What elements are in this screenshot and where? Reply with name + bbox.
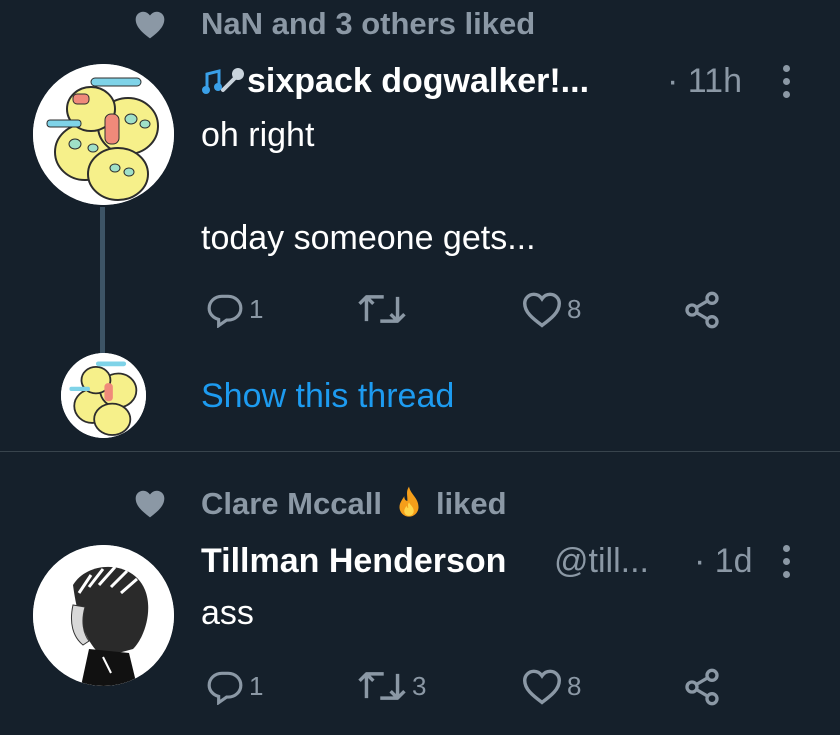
reply-bubble-icon: [207, 671, 243, 705]
manga-portrait-image: [33, 545, 174, 686]
fire-emoji-icon: [399, 486, 419, 517]
retweet-button[interactable]: 3: [356, 667, 426, 705]
dog-cartoon-image: [33, 64, 174, 205]
share-icon: [685, 668, 719, 706]
share-icon: [685, 291, 719, 329]
like-button[interactable]: 8: [521, 290, 581, 328]
dog-cartoon-image: [61, 353, 146, 438]
retweet-button[interactable]: [356, 290, 412, 328]
retweet-icon: [358, 672, 406, 700]
display-name[interactable]: sixpack dogwalker!...: [247, 62, 589, 101]
display-name[interactable]: Tillman Henderson: [201, 542, 506, 581]
more-options-icon[interactable]: [782, 65, 790, 98]
more-options-icon[interactable]: [782, 545, 790, 578]
tweet-text: ass: [201, 594, 254, 632]
share-button[interactable]: [682, 667, 722, 707]
social-context-name: Clare Mccall: [201, 486, 382, 521]
thread-line: [100, 207, 105, 354]
reply-button[interactable]: 1: [205, 290, 263, 328]
tweet-text-line: oh right: [201, 116, 315, 154]
reply-button[interactable]: 1: [205, 667, 263, 705]
heart-filled-icon: [135, 490, 165, 518]
like-count: 8: [567, 670, 582, 701]
social-context-suffix: liked: [435, 486, 507, 521]
heart-outline-icon: [522, 669, 562, 705]
timestamp[interactable]: · 11h: [667, 62, 742, 101]
show-thread-link[interactable]: Show this thread: [201, 377, 454, 416]
tweet-text-line: today someone gets...: [201, 219, 536, 257]
social-context[interactable]: Clare Mccall liked: [201, 485, 507, 523]
like-count: 8: [567, 293, 582, 324]
avatar[interactable]: [33, 545, 174, 686]
musical-note-microphone-icon: [202, 68, 244, 94]
retweet-count: 3: [412, 670, 427, 701]
social-context-text[interactable]: NaN and 3 others liked: [201, 6, 535, 42]
thread-avatar[interactable]: [61, 353, 146, 438]
handle[interactable]: @till...: [554, 542, 649, 581]
avatar[interactable]: [33, 64, 174, 205]
heart-outline-icon: [522, 292, 562, 328]
like-button[interactable]: 8: [521, 667, 581, 705]
reply-count: 1: [249, 293, 264, 324]
heart-filled-icon: [135, 11, 165, 39]
retweet-icon: [358, 295, 406, 323]
share-button[interactable]: [682, 290, 722, 330]
reply-count: 1: [249, 670, 264, 701]
divider: [0, 451, 840, 452]
timestamp[interactable]: · 1d: [694, 542, 753, 581]
reply-bubble-icon: [207, 294, 243, 328]
